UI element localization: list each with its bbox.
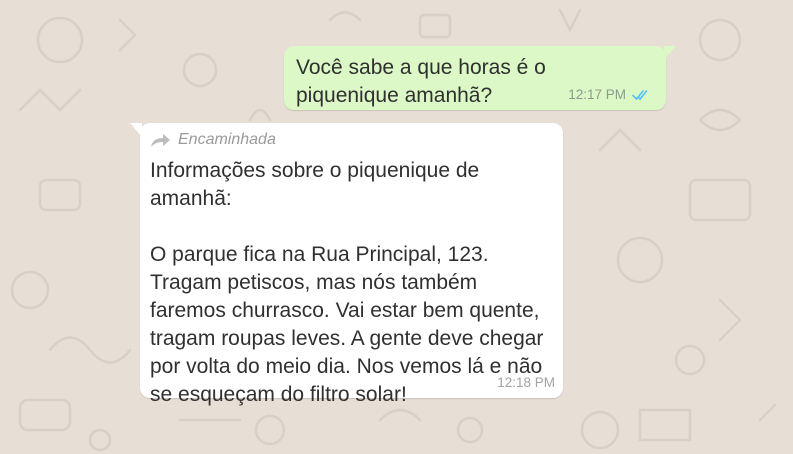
forwarded-label: Encaminhada bbox=[178, 131, 276, 148]
message-time: 12:17 PM bbox=[568, 87, 626, 102]
incoming-message-bubble[interactable]: Encaminhada Informações sobre o piqueniq… bbox=[130, 123, 563, 406]
message-meta: 12:18 PM bbox=[497, 375, 555, 390]
message-time: 12:18 PM bbox=[497, 375, 555, 390]
outgoing-message-bubble[interactable]: Você sabe a que horas é o piquenique ama… bbox=[284, 46, 676, 110]
forward-arrow-icon bbox=[151, 134, 170, 147]
forwarded-indicator: Encaminhada bbox=[150, 131, 276, 149]
message-meta: 12:17 PM bbox=[568, 87, 652, 102]
double-check-read-icon bbox=[632, 89, 648, 100]
message-text: Você sabe a que horas é o piquenique ama… bbox=[296, 56, 546, 107]
message-text: Informações sobre o piquenique de amanhã… bbox=[150, 159, 544, 406]
